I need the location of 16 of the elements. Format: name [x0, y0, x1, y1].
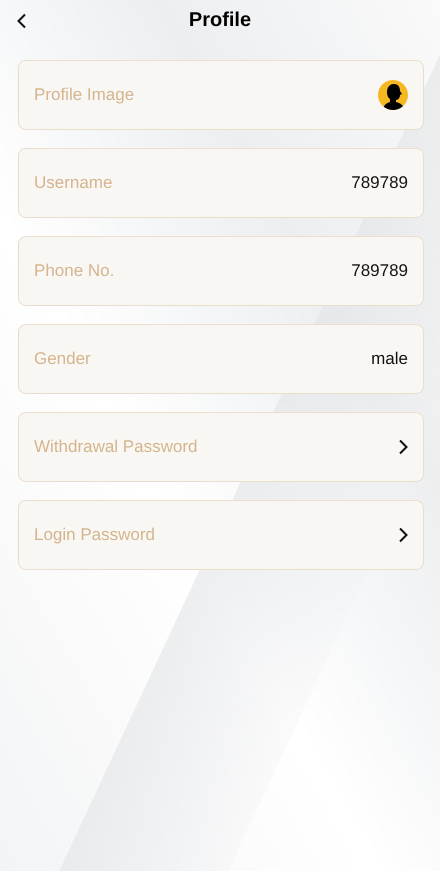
profile-row[interactable]: Username 789789 [18, 148, 424, 218]
page-title: Profile [188, 8, 252, 32]
chevron-right-icon [398, 439, 408, 455]
row-value: 789789 [351, 261, 408, 281]
row-label: Profile Image [34, 85, 134, 105]
row-label: Withdrawal Password [34, 437, 198, 457]
row-label: Username [34, 173, 112, 193]
chevron-right-icon [398, 527, 408, 543]
row-label: Gender [34, 349, 91, 369]
row-label: Phone No. [34, 261, 114, 281]
profile-row[interactable]: Gender male [18, 324, 424, 394]
row-value: male [371, 349, 408, 369]
row-label: Login Password [34, 525, 155, 545]
row-value: 789789 [351, 173, 408, 193]
avatar-icon [378, 80, 408, 110]
profile-row[interactable]: Phone No. 789789 [18, 236, 424, 306]
